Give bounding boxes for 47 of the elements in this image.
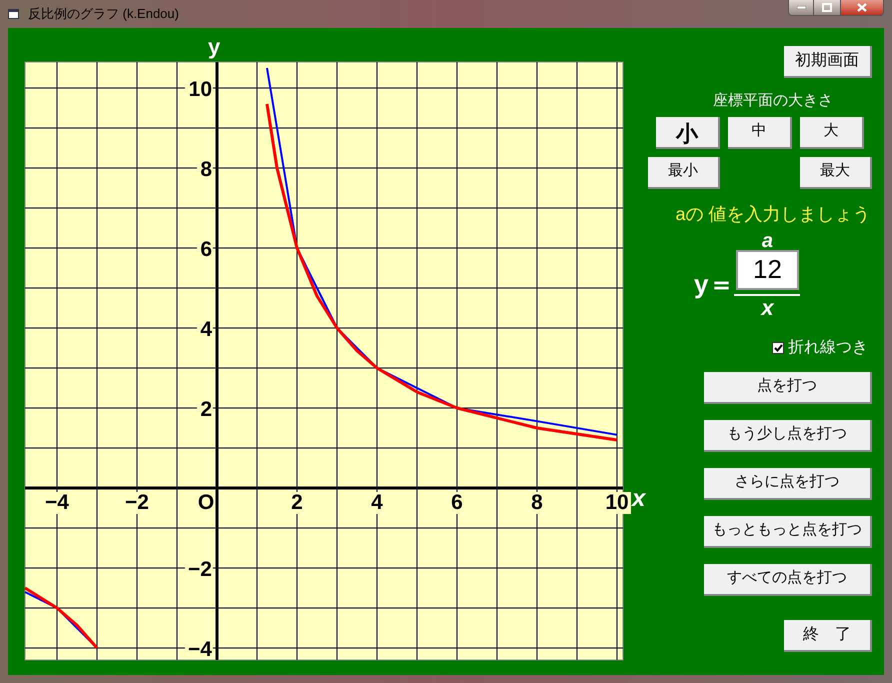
window-title: 反比例のグラフ (k.Endou) [28,5,179,24]
plot-points-button[interactable]: さらに点を打つ [704,468,872,500]
y-tick-label: 10 [188,78,212,101]
maximize-button[interactable] [814,0,840,16]
prompt-text: aの 値を入力しましょう [675,202,870,226]
max-size-button[interactable]: 最大 [800,156,872,188]
polyline-checkbox[interactable] [772,342,784,354]
close-button[interactable] [840,0,884,16]
plot-points-button[interactable]: すべての点を打つ [704,564,872,596]
formula-lhs: y＝ [694,268,734,301]
x-tick-label: 4 [371,491,383,514]
y-tick-label: −4 [188,638,212,661]
plot-points-button[interactable]: もう少し点を打つ [704,420,872,452]
denominator-label: x [761,296,774,320]
y-tick-label: 2 [200,398,212,421]
x-tick-label: −2 [125,491,149,514]
minimize-button[interactable] [788,0,814,16]
y-tick-label: 6 [200,238,212,261]
close-icon [857,2,867,12]
check-icon [774,344,782,352]
origin-label: O [198,491,214,514]
polyline-label: 折れ線つき [788,338,868,358]
reset-button[interactable]: 初期画面 [784,46,872,78]
x-tick-label: 10 [605,491,629,514]
size-option-button[interactable]: 大 [800,116,864,148]
maximize-icon [822,2,832,12]
x-axis-label: x [632,485,646,512]
plot-points-button[interactable]: 点を打つ [704,372,872,404]
a-value-field[interactable]: 12 [736,250,799,290]
numerator-label: a [762,232,774,250]
x-tick-label: −4 [45,491,69,514]
size-option-button[interactable]: 小 [656,116,720,148]
x-tick-label: 2 [291,491,303,514]
y-tick-label: −2 [188,558,212,581]
y-tick-label: 8 [200,158,212,181]
y-tick-label: 4 [200,318,212,341]
exit-button[interactable]: 終 了 [784,620,872,652]
x-tick-label: 8 [531,491,543,514]
y-axis-label: y [208,34,220,59]
app-icon [8,8,20,20]
x-tick-label: 6 [451,491,463,514]
fraction-line [734,294,800,296]
size-label: 座標平面の大きさ [713,91,833,111]
plot-points-button[interactable]: もっともっと点を打つ [704,516,872,548]
minimize-icon [796,6,806,8]
size-option-button[interactable]: 中 [728,116,792,148]
min-size-button[interactable]: 最小 [648,156,720,188]
